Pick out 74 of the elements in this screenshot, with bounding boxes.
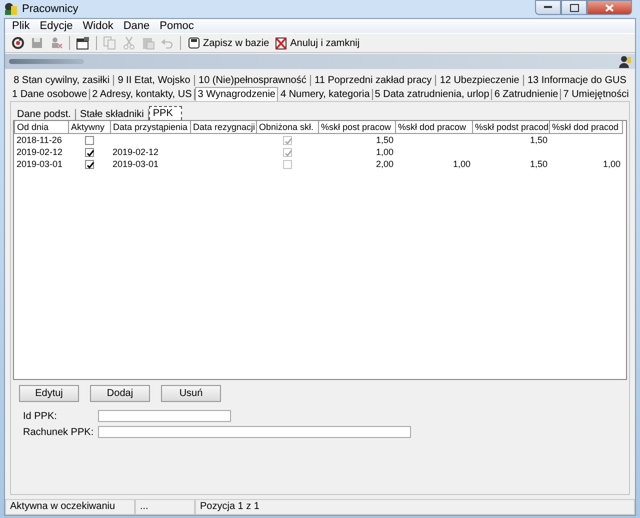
input-field[interactable]	[98, 426, 411, 438]
paste-icon	[141, 36, 155, 50]
cancel-icon	[274, 36, 288, 50]
table-cell-text: 1,00	[602, 158, 622, 170]
refresh-button[interactable]	[9, 35, 27, 51]
tab[interactable]: 7 Umiejętności	[561, 88, 631, 100]
column-header[interactable]: Aktywny	[68, 121, 110, 134]
field-label: Rachunek PPK:	[23, 426, 94, 438]
column-header[interactable]: %skł dod pracow	[396, 121, 472, 134]
person-icon	[619, 55, 631, 68]
action-button[interactable]: Edytuj	[19, 385, 79, 402]
table-cell: 1,50	[472, 134, 550, 146]
close-icon	[605, 4, 614, 12]
menu-item[interactable]: Widok	[78, 20, 118, 32]
status-panel: Pozycja 1 z 1	[195, 500, 635, 515]
column-header[interactable]: %skł podst pracod	[472, 121, 550, 134]
column-header[interactable]: Data rezygnacji	[190, 121, 256, 134]
tab[interactable]: 9 II Etat, Wojsko	[114, 74, 195, 86]
properties-icon	[76, 36, 90, 50]
maximize-button[interactable]	[561, 0, 587, 15]
scissors-icon	[122, 36, 136, 50]
minimize-icon	[544, 6, 552, 9]
table-cell: 1,50	[318, 134, 396, 146]
table-cell: 2018-11-26	[14, 134, 68, 146]
status-panel: Aktywna w oczekiwaniu	[5, 500, 135, 515]
column-header[interactable]: Obniżona skł.	[256, 121, 318, 134]
tab[interactable]: 6 Zatrudnienie	[492, 88, 562, 100]
toolbar-button[interactable]: Zapisz w bazie	[185, 35, 272, 51]
tab[interactable]: 10 (Nie)pełnosprawność	[194, 74, 311, 86]
input-field[interactable]	[98, 410, 231, 422]
column-header[interactable]: Od dnia	[14, 121, 68, 134]
toolbar-button[interactable]: Anuluj i zamknij	[272, 35, 362, 51]
field-label: Id PPK:	[23, 410, 58, 422]
table-cell-text: 1,50	[528, 158, 548, 170]
table-cell-text: 1,00	[374, 146, 394, 158]
action-button[interactable]: Usuń	[161, 385, 221, 402]
checkbox[interactable]	[85, 160, 94, 170]
tab[interactable]: 12 Ubezpieczenie	[436, 74, 524, 86]
checkbox[interactable]	[85, 136, 94, 146]
window-title: Pracownicy	[22, 3, 78, 15]
table-cell-text: 1,00	[452, 158, 472, 170]
menu-item[interactable]: Pomoc	[154, 20, 199, 32]
column-header[interactable]: %skł dod pracod	[550, 121, 622, 134]
column-header[interactable]: %skł post pracow	[318, 121, 396, 134]
status-panel: ...	[135, 500, 195, 515]
save-icon	[30, 36, 44, 50]
table-cell-text: 2019-02-12	[16, 146, 64, 158]
table-cell-text: 2019-03-01	[16, 158, 64, 170]
undo-icon	[160, 36, 174, 50]
table-cell-text: 2019-02-12	[112, 146, 160, 158]
tab[interactable]: 3 Wynagrodzenie	[194, 87, 278, 101]
copy-icon	[103, 36, 117, 50]
tab[interactable]: 8 Stan cywilny, zasiłki	[10, 74, 114, 86]
tab[interactable]: 11 Poprzedni zakład pracy	[310, 74, 436, 86]
table-cell-text: 2019-03-01	[112, 158, 160, 170]
maximize-icon	[570, 4, 578, 12]
person-delete-icon	[49, 36, 63, 50]
table-cell-text: 2,00	[374, 158, 394, 170]
menu-item[interactable]: Plik	[7, 20, 35, 32]
menu-item[interactable]: Dane	[118, 20, 155, 32]
action-button[interactable]: Dodaj	[90, 385, 150, 402]
tab[interactable]: PPK	[148, 106, 182, 120]
tab[interactable]: 13 Informacje do GUS	[524, 74, 630, 86]
app-icon	[4, 2, 18, 16]
tab[interactable]: 5 Data zatrudnienia, urlop	[372, 88, 492, 100]
close-button[interactable]	[587, 0, 632, 15]
tab[interactable]: 4 Numery, kategoria	[278, 88, 373, 100]
refresh-icon	[11, 36, 25, 50]
column-header[interactable]: Data przystąpienia	[110, 121, 190, 134]
properties-button[interactable]	[74, 35, 92, 51]
checkbox[interactable]	[85, 148, 94, 158]
tab[interactable]: 1 Dane osobowe	[10, 88, 90, 100]
minimize-button[interactable]	[535, 0, 561, 15]
menu-item[interactable]: Edycje	[34, 20, 78, 32]
